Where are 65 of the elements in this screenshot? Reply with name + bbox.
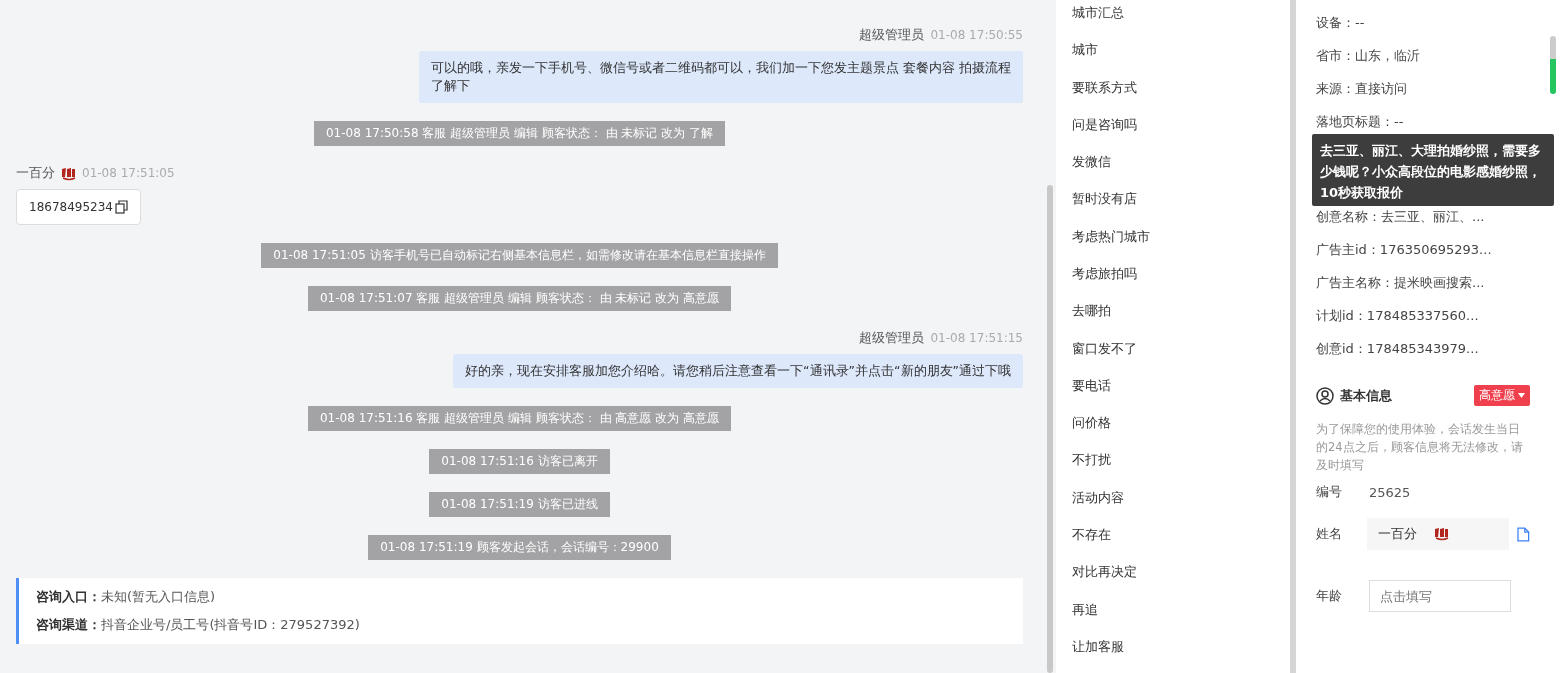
input-field[interactable]: 一百分 — [1367, 518, 1510, 550]
tag-item[interactable]: 对比再决定 — [1072, 561, 1290, 599]
field-value: 25625 — [1369, 484, 1411, 500]
message-time: 01-08 17:51:05 — [82, 166, 175, 180]
tag-item[interactable]: 城市汇总 — [1072, 2, 1290, 40]
detail-row-text: 广告主id：176350695293... — [1316, 241, 1493, 259]
scrollbar[interactable] — [1546, 0, 1561, 673]
system-notice: 01-08 17:51:07 客服 超级管理员 编辑 顾客状态： 由 未标记 改为 高意愿 — [307, 286, 732, 311]
field-label: 年龄 — [1316, 587, 1343, 605]
detail-row-text: 计划id：178485337560... — [1316, 307, 1480, 325]
detail-row-text: 落地页标题：-- — [1316, 113, 1405, 131]
sender-name: 超级管理员 — [859, 26, 925, 44]
detail-row-text: 设备：-- — [1316, 14, 1366, 32]
hundred-points-icon — [1434, 526, 1449, 541]
detail-row-text: 广告主名称：提米映画搜索... — [1316, 274, 1486, 292]
tag-item[interactable]: 活动内容 — [1072, 486, 1290, 524]
sender-name: 一百分 — [16, 164, 55, 182]
tag-item[interactable]: 城市 — [1072, 39, 1290, 77]
scrollbar[interactable] — [1045, 0, 1056, 673]
caret-icon — [1518, 393, 1525, 398]
tag-item[interactable]: 去哪拍 — [1072, 300, 1290, 338]
tooltip: 去三亚、丽江、大理拍婚纱照，需要多少钱呢？小众高段位的电影感婚纱照，10秒获取报价 — [1312, 134, 1554, 206]
message-time: 01-08 17:50:55 — [930, 28, 1023, 42]
tag-item[interactable]: 要联系方式 — [1072, 76, 1290, 114]
system-notice: 01-08 17:51:05 访客手机号已自动标记右侧基本信息栏，如需修改请在基本信息栏直接操作 — [261, 243, 778, 268]
tag-item[interactable]: 再追 — [1072, 598, 1290, 636]
tag-item[interactable]: 考虑旅拍吗 — [1072, 262, 1290, 301]
tag-item[interactable]: 问是咨询吗 — [1072, 113, 1290, 152]
input-field[interactable]: 点击填写 — [1369, 580, 1511, 612]
system-notice: 01-08 17:51:16 访客已离开 — [429, 449, 610, 474]
message-bubble: 可以的哦，亲发一下手机号、微信号或者二维码都可以，我们加一下您发主题景点 套餐内容 拍摄流程了解下 — [419, 51, 1023, 103]
system-notice: 01-08 17:51:19 访客已进线 — [429, 492, 610, 517]
section-title: 基本信息 — [1340, 386, 1393, 405]
hundred-points-icon — [61, 165, 76, 181]
system-notice: 01-08 17:50:58 客服 超级管理员 编辑 顾客状态： 由 未标记 改为 了解 — [313, 121, 726, 146]
system-notice: 01-08 17:51:16 客服 超级管理员 编辑 顾客状态： 由 高意愿 改为 高意愿 — [307, 406, 732, 431]
field-label: 姓名 — [1316, 525, 1343, 543]
system-notice: 01-08 17:51:19 顾客发起会话，会话编号：29900 — [368, 535, 671, 560]
status-dropdown[interactable]: 高意愿 — [1474, 385, 1530, 406]
tag-item[interactable]: 不存在 — [1072, 523, 1290, 562]
tag-item[interactable]: 窗口发不了 — [1072, 337, 1290, 375]
tag-item[interactable]: 发微信 — [1072, 151, 1290, 189]
message-bubble: 好的亲，现在安排客服加您介绍哈。请您稍后注意查看一下“通讯录”并点击“新的朋友”通过下哦 — [453, 354, 1023, 388]
detail-row-text: 创意id：178485343979... — [1316, 340, 1480, 358]
detail-row-text: 创意名称：去三亚、丽江、... — [1316, 208, 1486, 226]
tag-item[interactable]: 暂时没有店 — [1072, 188, 1290, 226]
info-note: 为了保障您的使用体验，会话发生当日的24点之后，顾客信息将无法修改，请及时填写 — [1316, 421, 1524, 474]
message-time: 01-08 17:51:15 — [930, 331, 1023, 345]
detail-row-text: 来源：直接访问 — [1316, 80, 1408, 98]
entry-value: 未知(暂无入口信息) — [101, 589, 216, 604]
sender-name: 超级管理员 — [859, 329, 925, 347]
field-label: 编号 — [1316, 483, 1343, 501]
copy-icon[interactable] — [115, 200, 128, 214]
copy-icon[interactable] — [1517, 526, 1530, 542]
message-bubble: 18678495234 — [16, 189, 141, 225]
entry-value: 抖音企业号/员工号(抖音号ID：279527392) — [101, 617, 360, 632]
user-icon — [1316, 386, 1334, 405]
tag-item[interactable]: 要电话 — [1072, 374, 1290, 413]
detail-row-text: 省市：山东，临沂 — [1316, 47, 1421, 65]
entry-label: 咨询入口： — [36, 589, 101, 604]
tag-item[interactable]: 不打扰 — [1072, 449, 1290, 487]
entry-label: 咨询渠道： — [36, 617, 101, 632]
tag-item[interactable]: 考虑热门城市 — [1072, 225, 1290, 263]
tag-item[interactable]: 让加客服 — [1072, 635, 1290, 673]
tag-item[interactable]: 问价格 — [1072, 412, 1290, 450]
